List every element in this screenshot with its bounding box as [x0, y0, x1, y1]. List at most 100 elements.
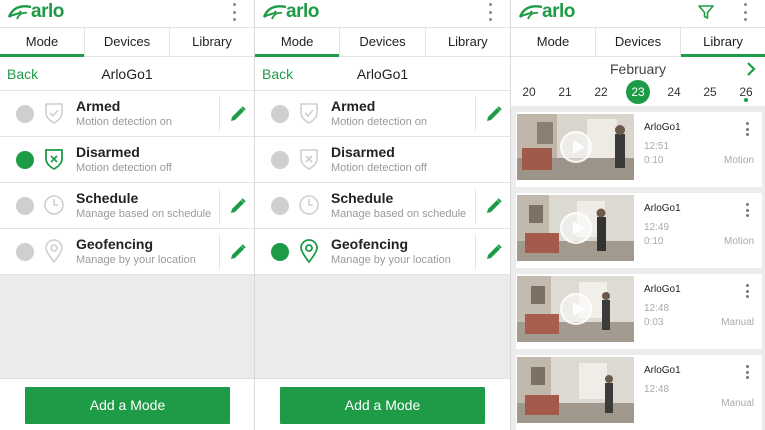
date-item[interactable]: 22 [589, 80, 613, 104]
pencil-icon [487, 198, 502, 213]
clip-item[interactable]: ArloGo1 12:48 Manual [516, 355, 762, 430]
mode-description: Manage based on schedule [76, 208, 212, 220]
clip-list: ArloGo1 12:51 0:10 Motion ArloGo1 12:49 … [511, 106, 765, 430]
mode-radio[interactable] [16, 197, 34, 215]
mode-description: Motion detection off [76, 162, 172, 174]
clip-camera-name: ArloGo1 [644, 203, 681, 214]
clip-thumbnail[interactable] [517, 357, 634, 423]
date-item-selected[interactable]: 23 [626, 80, 650, 104]
clip-item[interactable]: ArloGo1 12:49 0:10 Motion [516, 193, 762, 268]
app-bar: arlo [0, 0, 254, 27]
edit-mode-button[interactable] [475, 235, 510, 269]
clip-thumbnail[interactable] [517, 195, 634, 261]
mode-radio-selected[interactable] [16, 151, 34, 169]
clip-time: 12:48 [644, 303, 670, 314]
mode-row-disarmed[interactable]: Disarmed Motion detection off [0, 137, 254, 183]
clip-trigger: Manual [721, 398, 754, 409]
mode-description: Motion detection off [331, 162, 427, 174]
tab-library[interactable]: Library [681, 28, 765, 57]
footer: Add a Mode [255, 378, 510, 430]
edit-mode-button[interactable] [475, 97, 510, 131]
play-icon[interactable] [560, 131, 592, 163]
mode-name: Disarmed [76, 144, 140, 160]
edit-mode-button[interactable] [219, 235, 254, 269]
overflow-menu-icon[interactable] [486, 3, 494, 21]
tab-bar: Mode Devices Library [0, 27, 254, 57]
mode-row-armed[interactable]: Armed Motion detection on [255, 91, 510, 137]
date-item[interactable]: 21 [553, 80, 577, 104]
filter-icon[interactable] [697, 3, 715, 21]
clip-time: 12:49 [644, 222, 670, 233]
mode-radio[interactable] [16, 243, 34, 261]
play-icon[interactable] [560, 212, 592, 244]
clip-trigger: Motion [723, 236, 754, 247]
clip-camera-name: ArloGo1 [644, 365, 681, 376]
clip-time: 12:48 [644, 384, 670, 395]
tab-devices[interactable]: Devices [340, 28, 426, 56]
tab-library[interactable]: Library [426, 28, 510, 56]
overflow-menu-icon[interactable] [741, 3, 749, 21]
edit-mode-button[interactable] [475, 189, 510, 223]
tab-bar: Mode Devices Library [511, 27, 765, 57]
mode-name: Armed [76, 98, 121, 114]
clip-trigger: Manual [721, 317, 754, 328]
mode-name: Geofencing [331, 236, 409, 252]
clip-menu-icon[interactable] [746, 203, 750, 217]
device-title: ArloGo1 [101, 66, 153, 82]
clip-item[interactable]: ArloGo1 12:48 0:03 Manual [516, 274, 762, 349]
app-bar: arlo [511, 0, 765, 27]
clip-camera-name: ArloGo1 [644, 284, 681, 295]
mode-row-disarmed[interactable]: Disarmed Motion detection off [255, 137, 510, 183]
clip-menu-icon[interactable] [746, 122, 750, 136]
mode-row-geofencing[interactable]: Geofencing Manage by your location [0, 229, 254, 275]
add-mode-button[interactable]: Add a Mode [280, 387, 485, 424]
clip-thumbnail[interactable] [517, 114, 634, 180]
edit-mode-button[interactable] [219, 189, 254, 223]
tab-devices[interactable]: Devices [596, 28, 681, 56]
clip-menu-icon[interactable] [746, 365, 750, 379]
pencil-icon [231, 106, 246, 121]
clip-trigger: Motion [723, 155, 754, 166]
chevron-right-icon[interactable] [746, 62, 756, 76]
tab-devices[interactable]: Devices [85, 28, 170, 56]
tab-mode[interactable]: Mode [0, 28, 85, 57]
mode-radio[interactable] [271, 197, 289, 215]
tab-mode[interactable]: Mode [255, 28, 341, 57]
recordings-indicator-dot [744, 98, 748, 102]
mode-radio[interactable] [271, 151, 289, 169]
overflow-menu-icon[interactable] [230, 3, 238, 21]
mode-row-schedule[interactable]: Schedule Manage based on schedule [0, 183, 254, 229]
clip-menu-icon[interactable] [746, 284, 750, 298]
mode-list: Armed Motion detection on Disarmed Motio… [0, 91, 254, 275]
edit-mode-button[interactable] [219, 97, 254, 131]
mode-panel-geofencing: arlo Mode Devices Library Back ArloGo1 A… [255, 0, 510, 430]
add-mode-button[interactable]: Add a Mode [25, 387, 230, 424]
clip-thumbnail[interactable] [517, 276, 634, 342]
mode-radio[interactable] [271, 105, 289, 123]
date-item[interactable]: 25 [698, 80, 722, 104]
clip-item[interactable]: ArloGo1 12:51 0:10 Motion [516, 112, 762, 187]
tab-library[interactable]: Library [170, 28, 254, 56]
date-strip: 20 21 22 23 24 25 26 [511, 80, 765, 106]
tab-mode[interactable]: Mode [511, 28, 596, 56]
app-bar: arlo [255, 0, 510, 27]
shield-x-icon [300, 149, 318, 170]
mode-name: Schedule [76, 190, 139, 206]
mode-description: Manage based on schedule [331, 208, 467, 220]
mode-radio[interactable] [16, 105, 34, 123]
date-item[interactable]: 24 [662, 80, 686, 104]
device-header: Back ArloGo1 [255, 58, 510, 91]
pencil-icon [231, 244, 246, 259]
clip-camera-name: ArloGo1 [644, 122, 681, 133]
footer: Add a Mode [0, 378, 254, 430]
mode-row-schedule[interactable]: Schedule Manage based on schedule [255, 183, 510, 229]
arlo-logo-text: arlo [286, 1, 319, 22]
mode-row-armed[interactable]: Armed Motion detection on [0, 91, 254, 137]
mode-row-geofencing[interactable]: Geofencing Manage by your location [255, 229, 510, 275]
pencil-icon [487, 244, 502, 259]
mode-name: Schedule [331, 190, 394, 206]
play-icon[interactable] [560, 293, 592, 325]
mode-radio-selected[interactable] [271, 243, 289, 261]
mode-description: Manage by your location [76, 254, 196, 266]
date-item[interactable]: 20 [517, 80, 541, 104]
